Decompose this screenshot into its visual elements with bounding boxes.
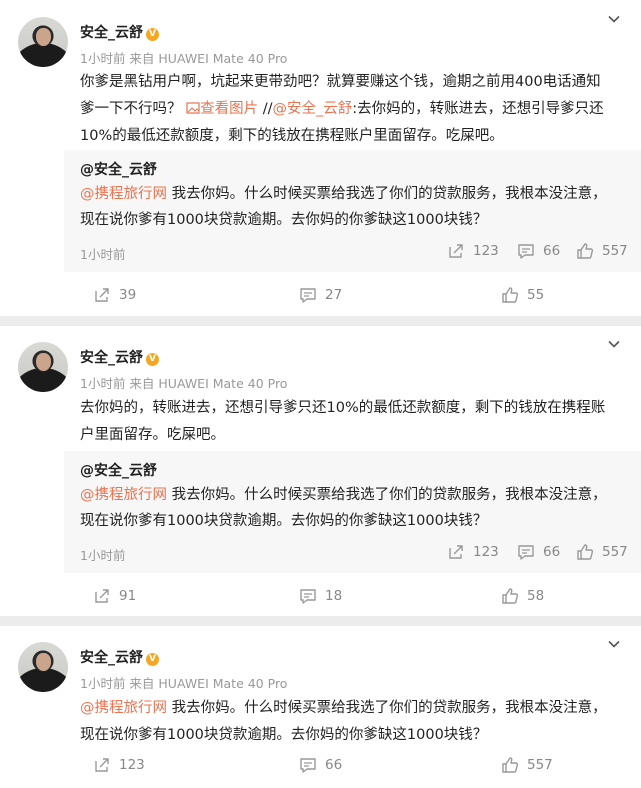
like-count: 557 [602, 544, 628, 560]
author-name-text[interactable]: 安全_云舒 [80, 25, 143, 41]
thumbs-up-icon [576, 242, 594, 260]
repost-author[interactable]: @安全_云舒 [80, 159, 157, 179]
repost-count: 91 [119, 588, 137, 604]
author-name-text[interactable]: 安全_云舒 [80, 650, 143, 666]
repost-comments[interactable]: 66 [517, 242, 560, 260]
post-text: 去你妈的，转账进去，还想引导爹只还10%的最低还款额度，剩下的钱放在携程账户里面… [80, 400, 606, 443]
comment-button[interactable]: 66 [299, 756, 342, 774]
mention-link[interactable]: @携程旅行网 [80, 700, 167, 716]
repost-author[interactable]: @安全_云舒 [80, 460, 157, 480]
repost-count: 123 [473, 243, 499, 259]
like-button[interactable]: 58 [501, 587, 544, 605]
like-count: 557 [527, 757, 553, 773]
share-arrow-icon [93, 587, 111, 605]
avatar[interactable] [18, 17, 68, 67]
comment-count: 66 [325, 757, 343, 773]
share-arrow-icon [447, 242, 465, 260]
post-meta: 1小时前 来自 HUAWEI Mate 40 Pro [80, 51, 288, 66]
share-arrow-icon [447, 543, 465, 561]
repost-button[interactable]: 123 [93, 756, 145, 774]
comment-count: 18 [325, 588, 343, 604]
share-arrow-icon [93, 756, 111, 774]
author-name[interactable]: 安全_云舒 V [80, 347, 159, 367]
repost-time[interactable]: 1小时前 [80, 545, 125, 564]
comment-bubble-icon [517, 242, 535, 260]
thumbs-up-icon [501, 286, 519, 304]
repost-count: 39 [119, 287, 137, 303]
verified-badge-icon: V [146, 653, 159, 666]
view-image-label[interactable]: 查看图片 [200, 101, 258, 117]
like-button[interactable]: 55 [501, 286, 544, 304]
post-text: 你爹是黑钻用户啊，坑起来更带劲吧？就算要赚这个钱，逾期之前用400电话通知爹一下… [80, 69, 615, 150]
mention-link[interactable]: @安全_云舒 [273, 101, 353, 117]
mention-link[interactable]: @携程旅行网 [80, 186, 167, 202]
repost-comments[interactable]: 66 [517, 543, 560, 561]
avatar[interactable] [18, 642, 68, 692]
repost-count: 123 [473, 544, 499, 560]
image-icon [186, 102, 200, 114]
verified-badge-icon: V [146, 353, 159, 366]
thumbs-up-icon [501, 756, 519, 774]
repost-reposts[interactable]: 123 [447, 242, 499, 260]
comment-bubble-icon [517, 543, 535, 561]
like-button[interactable]: 557 [501, 756, 553, 774]
post-meta: 1小时前 来自 HUAWEI Mate 40 Pro [80, 676, 288, 691]
view-image-link[interactable]: 查看图片 [186, 101, 258, 117]
post-card-3: 安全_云舒 V 1小时前 来自 HUAWEI Mate 40 Pro @携程旅行网… [0, 626, 641, 788]
reposted-content[interactable]: @安全_云舒 @携程旅行网 我去你妈。什么时候买票给我选了你们的贷款服务，我根本… [64, 150, 641, 272]
post-card-2: 安全_云舒 V 1小时前 来自 HUAWEI Mate 40 Pro 去你妈的，转… [0, 326, 641, 616]
mention-link[interactable]: @携程旅行网 [80, 487, 167, 503]
thumbs-up-icon [576, 543, 594, 561]
reposted-content[interactable]: @安全_云舒 @携程旅行网 我去你妈。什么时候买票给我选了你们的贷款服务，我根本… [64, 451, 641, 573]
repost-slash: // [258, 101, 273, 117]
author-name[interactable]: 安全_云舒 V [80, 22, 159, 42]
repost-time[interactable]: 1小时前 [80, 244, 125, 263]
author-name-text[interactable]: 安全_云舒 [80, 350, 143, 366]
repost-text: @携程旅行网 我去你妈。什么时候买票给我选了你们的贷款服务，我根本没注意，现在说… [80, 181, 621, 233]
share-arrow-icon [93, 286, 111, 304]
like-count: 557 [602, 243, 628, 259]
comment-bubble-icon [299, 756, 317, 774]
comment-bubble-icon [299, 286, 317, 304]
post-meta: 1小时前 来自 HUAWEI Mate 40 Pro [80, 376, 288, 391]
verified-badge-icon: V [146, 28, 159, 41]
chevron-down-icon[interactable] [607, 337, 621, 351]
chevron-down-icon[interactable] [607, 12, 621, 26]
comment-count: 66 [543, 544, 561, 560]
thumbs-up-icon [501, 587, 519, 605]
repost-text: @携程旅行网 我去你妈。什么时候买票给我选了你们的贷款服务，我根本没注意，现在说… [80, 482, 621, 534]
repost-count: 123 [119, 757, 145, 773]
post-card-1: 安全_云舒 V 1小时前 来自 HUAWEI Mate 40 Pro 你爹是黑钻用… [0, 0, 641, 316]
post-text: @携程旅行网 我去你妈。什么时候买票给我选了你们的贷款服务，我根本没注意，现在说… [80, 695, 615, 749]
repost-likes[interactable]: 557 [576, 543, 628, 561]
repost-likes[interactable]: 557 [576, 242, 628, 260]
repost-button[interactable]: 39 [93, 286, 136, 304]
repost-button[interactable]: 91 [93, 587, 136, 605]
avatar[interactable] [18, 342, 68, 392]
comment-bubble-icon [299, 587, 317, 605]
repost-reposts[interactable]: 123 [447, 543, 499, 561]
comment-button[interactable]: 18 [299, 587, 342, 605]
author-name[interactable]: 安全_云舒 V [80, 647, 159, 667]
chevron-down-icon[interactable] [607, 637, 621, 651]
like-count: 55 [527, 287, 545, 303]
comment-count: 66 [543, 243, 561, 259]
comment-button[interactable]: 27 [299, 286, 342, 304]
comment-count: 27 [325, 287, 343, 303]
like-count: 58 [527, 588, 545, 604]
